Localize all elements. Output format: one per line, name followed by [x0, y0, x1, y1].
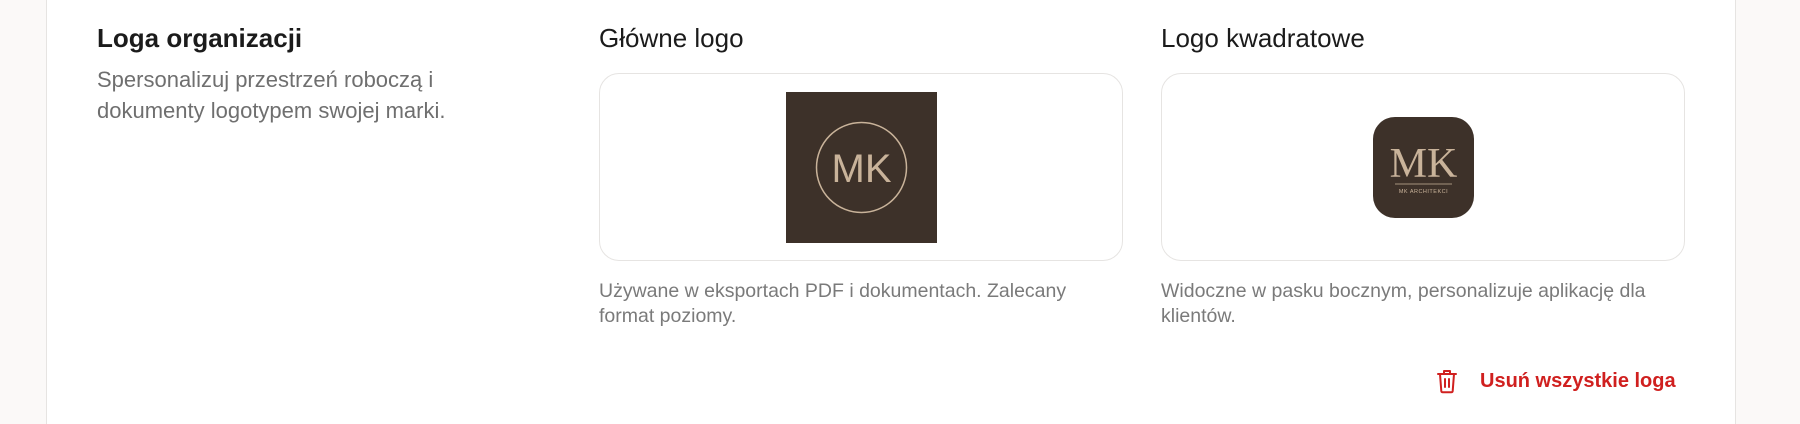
- square-logo-image: MK MK ARCHITEKCI: [1372, 116, 1474, 218]
- section-title: Loga organizacji: [97, 23, 303, 53]
- square-logo-hint: Widoczne w pasku bocznym, personalizuje …: [1161, 280, 1646, 327]
- section-intro: Loga organizacji Spersonalizuj przestrze…: [97, 22, 517, 126]
- remove-all-logos-button[interactable]: Usuń wszystkie loga: [1436, 367, 1676, 395]
- square-logo-upload[interactable]: MK MK ARCHITEKCI: [1161, 73, 1685, 261]
- section-description: Spersonalizuj przestrzeń roboczą i dokum…: [97, 67, 446, 123]
- main-logo-image: MK: [785, 91, 937, 243]
- main-logo-upload[interactable]: MK: [599, 73, 1123, 261]
- square-logo-column: Logo kwadratowe MK MK ARCHITEKCI Widoczn…: [1161, 22, 1685, 329]
- remove-all-label: Usuń wszystkie loga: [1480, 369, 1676, 392]
- main-logo-title: Główne logo: [599, 23, 744, 53]
- main-logo-text: MK: [831, 147, 891, 191]
- mk-square-logo: MK MK ARCHITEKCI: [1389, 141, 1457, 195]
- trash-icon: [1436, 367, 1460, 395]
- square-logo-text: MK: [1389, 141, 1457, 187]
- square-logo-subtext: MK ARCHITEKCI: [1398, 189, 1447, 195]
- mk-circle-logo: MK: [815, 121, 907, 213]
- square-logo-title: Logo kwadratowe: [1161, 23, 1365, 53]
- main-logo-column: Główne logo MK Używane w eksportach PDF …: [599, 22, 1123, 329]
- main-logo-hint: Używane w eksportach PDF i dokumentach. …: [599, 280, 1067, 327]
